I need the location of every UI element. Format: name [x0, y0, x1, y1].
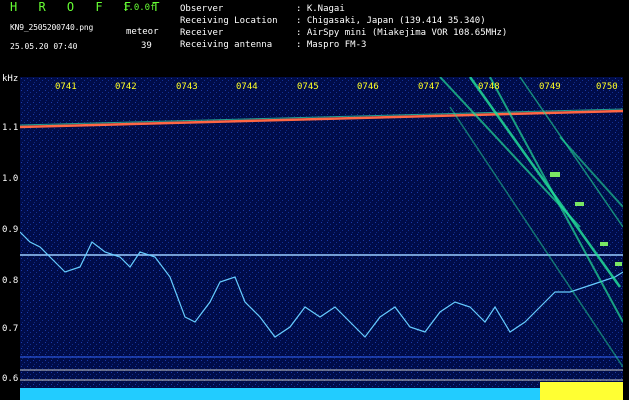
meteor-label: meteor	[126, 27, 159, 37]
datetime-label: 25.05.20 07:40	[10, 42, 78, 51]
receiver-label: Receiver	[180, 28, 224, 38]
x-tick-label: 0743	[176, 82, 198, 92]
spectrogram	[20, 77, 623, 400]
y-tick-label: 0.9	[2, 225, 19, 235]
x-tick-label: 0741	[55, 82, 77, 92]
spectrogram-canvas	[20, 77, 623, 400]
y-tick-label: 0.8	[2, 276, 19, 286]
x-tick-label: 0749	[539, 82, 561, 92]
x-tick-label: 0744	[236, 82, 258, 92]
meteor-count: 39	[141, 41, 152, 51]
x-tick-label: 0750	[596, 82, 618, 92]
location-value: : Chigasaki, Japan (139.414 35.340)	[296, 16, 486, 26]
x-tick-label: 0745	[297, 82, 319, 92]
y-tick-label: 0.7	[2, 324, 19, 334]
level-bar-peak	[540, 382, 623, 400]
antenna-value: : Maspro FM-3	[296, 40, 367, 50]
level-bar	[20, 388, 623, 400]
y-tick-label: 1.1	[2, 123, 19, 133]
receiver-value: : AirSpy mini (Miakejima VOR 108.65MHz)	[296, 28, 508, 38]
y-tick-label: 0.6	[2, 374, 19, 384]
antenna-label: Receiving antenna	[180, 40, 273, 50]
observer-value: : K.Nagai	[296, 4, 345, 14]
x-tick-label: 0747	[418, 82, 440, 92]
location-label: Receiving Location	[180, 16, 278, 26]
y-axis-unit: kHz	[2, 74, 19, 84]
header-panel: H R O F F T 1.0.0f KN9_2505200740.png me…	[0, 0, 629, 76]
x-tick-label: 0748	[478, 82, 500, 92]
x-tick-label: 0746	[357, 82, 379, 92]
x-tick-label: 0742	[115, 82, 137, 92]
app-version: 1.0.0f	[123, 3, 156, 13]
observer-label: Observer	[180, 4, 224, 14]
y-tick-label: 1.0	[2, 174, 19, 184]
filename-label: KN9_2505200740.png	[10, 23, 94, 32]
